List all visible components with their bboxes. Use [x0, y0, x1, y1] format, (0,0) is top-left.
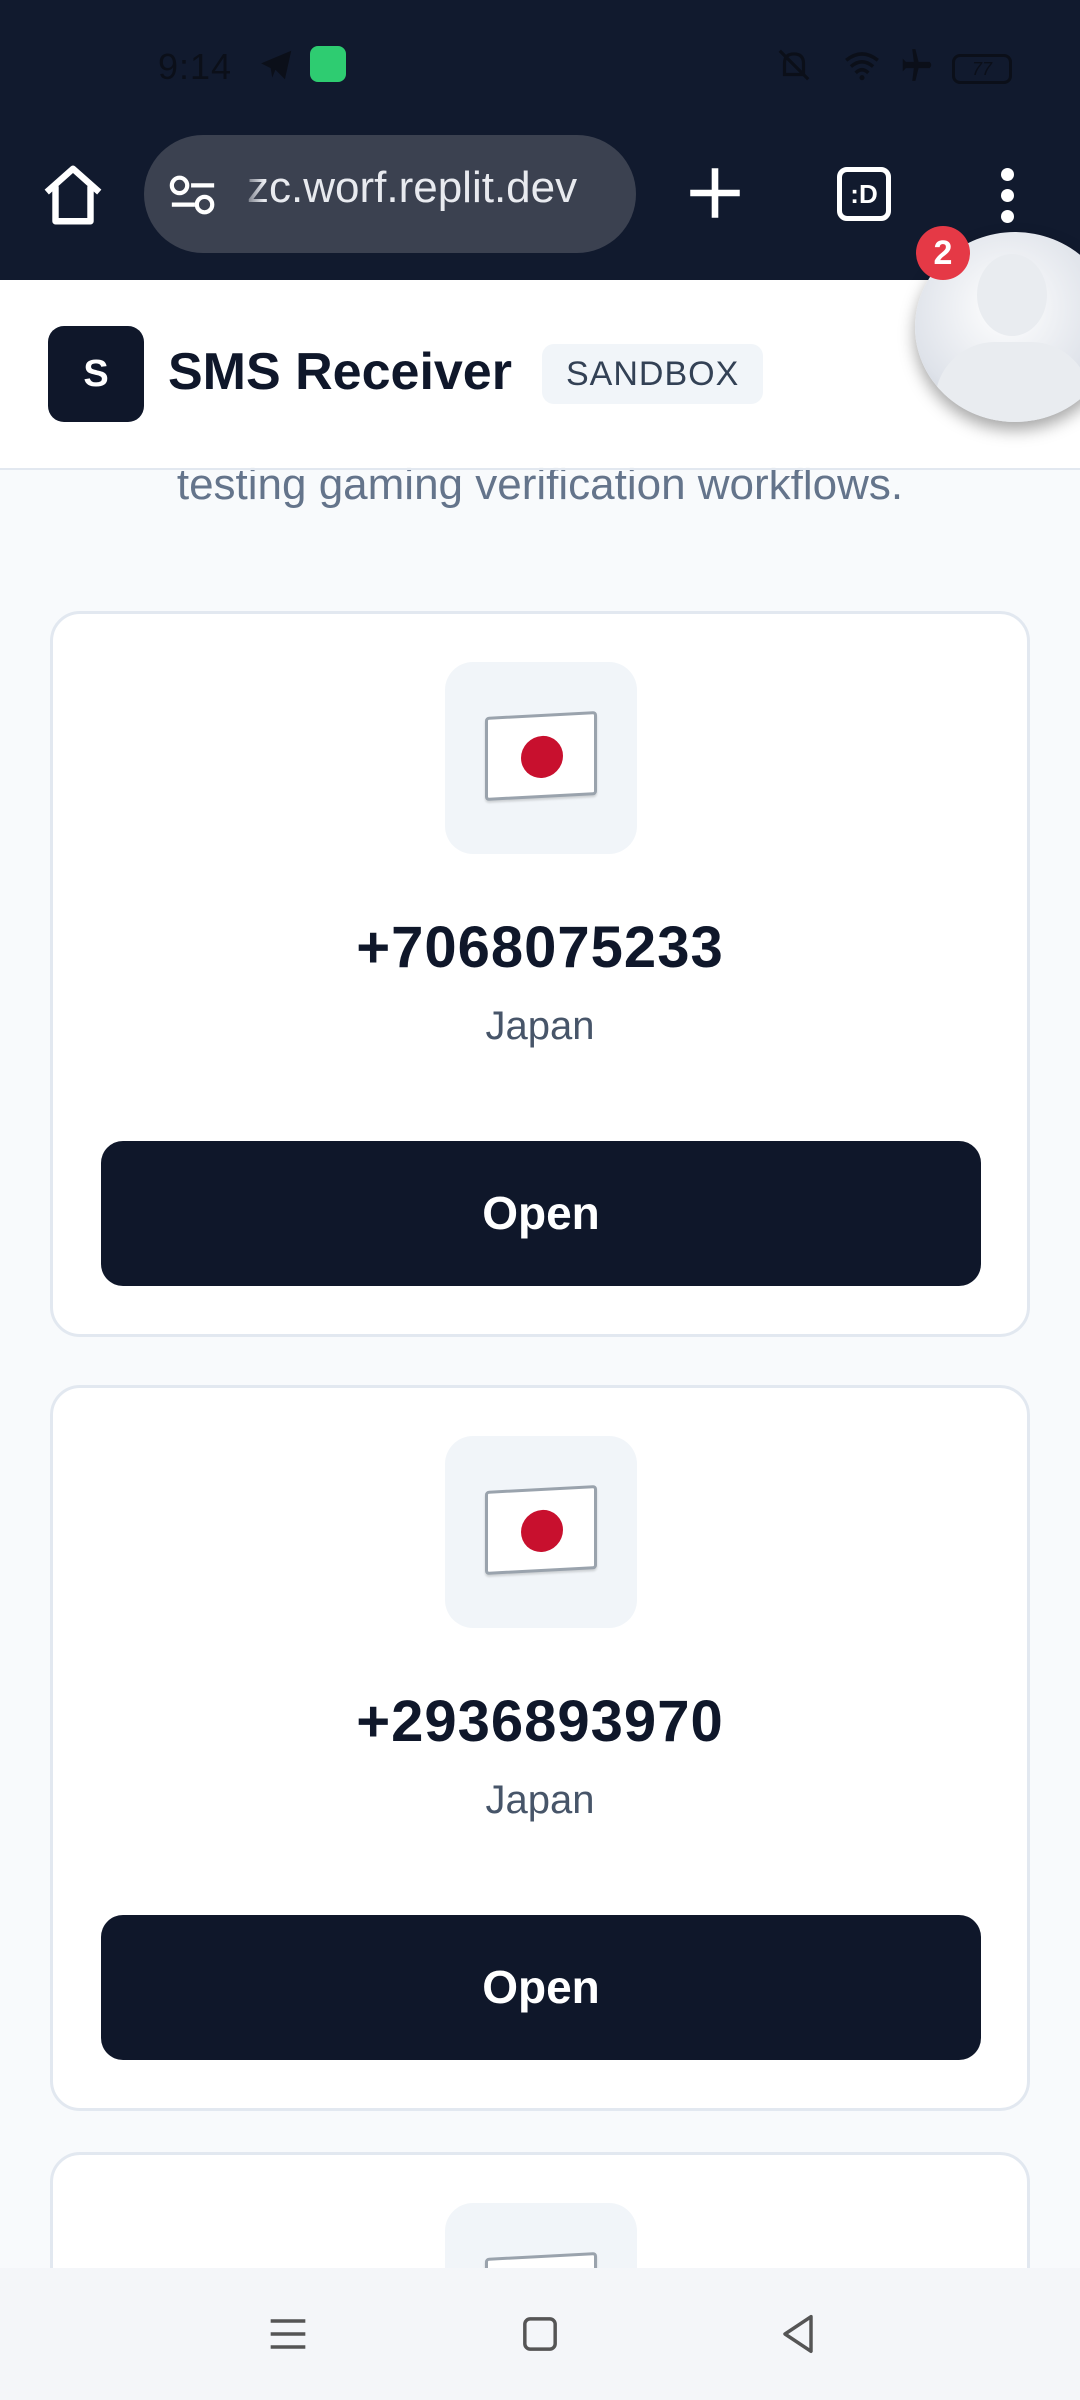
status-time: 9:14 — [158, 46, 233, 87]
status-bar: 9:14 77 — [0, 0, 1080, 135]
url-fade — [238, 155, 264, 235]
system-nav-bar — [0, 2268, 1080, 2400]
country-name: Japan — [485, 1778, 595, 1822]
open-button[interactable]: Open — [101, 1915, 981, 2060]
wifi-icon — [845, 52, 879, 81]
app-logo[interactable]: S — [48, 326, 144, 422]
flag-container — [445, 1436, 637, 1628]
new-tab-icon[interactable] — [682, 160, 748, 226]
notification-count-badge: 2 — [916, 226, 970, 280]
telegram-icon — [261, 50, 292, 80]
address-bar[interactable]: zc.worf.replit.dev — [144, 135, 636, 253]
site-settings-icon[interactable] — [168, 173, 218, 217]
android-icon — [310, 46, 346, 82]
number-card: +2936893970 Japan Open — [50, 1385, 1030, 2111]
avatar-head — [977, 254, 1047, 336]
sandbox-badge: SANDBOX — [542, 344, 764, 404]
tab-switcher-button[interactable]: :D — [837, 167, 891, 221]
airplane-icon — [902, 49, 932, 81]
browser-menu-icon[interactable] — [990, 165, 1024, 225]
flag-container — [445, 662, 637, 854]
recents-menu-icon[interactable] — [262, 2308, 314, 2360]
phone-number: +7068075233 — [356, 915, 724, 980]
mute-icon — [778, 49, 810, 81]
back-triangle-icon[interactable] — [772, 2308, 824, 2360]
japan-flag-icon — [485, 1485, 597, 1575]
battery-icon: 77 — [952, 54, 1012, 84]
avatar-body — [935, 342, 1080, 422]
home-icon[interactable] — [38, 160, 108, 230]
japan-flag-icon — [485, 711, 597, 801]
open-button[interactable]: Open — [101, 1141, 981, 1286]
app-title[interactable]: SMS Receiver — [168, 342, 512, 402]
number-card: +7068075233 Japan Open — [50, 611, 1030, 1337]
phone-number: +2936893970 — [356, 1689, 724, 1754]
url-text: zc.worf.replit.dev — [247, 163, 578, 212]
country-name: Japan — [485, 1004, 595, 1048]
home-square-icon[interactable] — [514, 2308, 566, 2360]
